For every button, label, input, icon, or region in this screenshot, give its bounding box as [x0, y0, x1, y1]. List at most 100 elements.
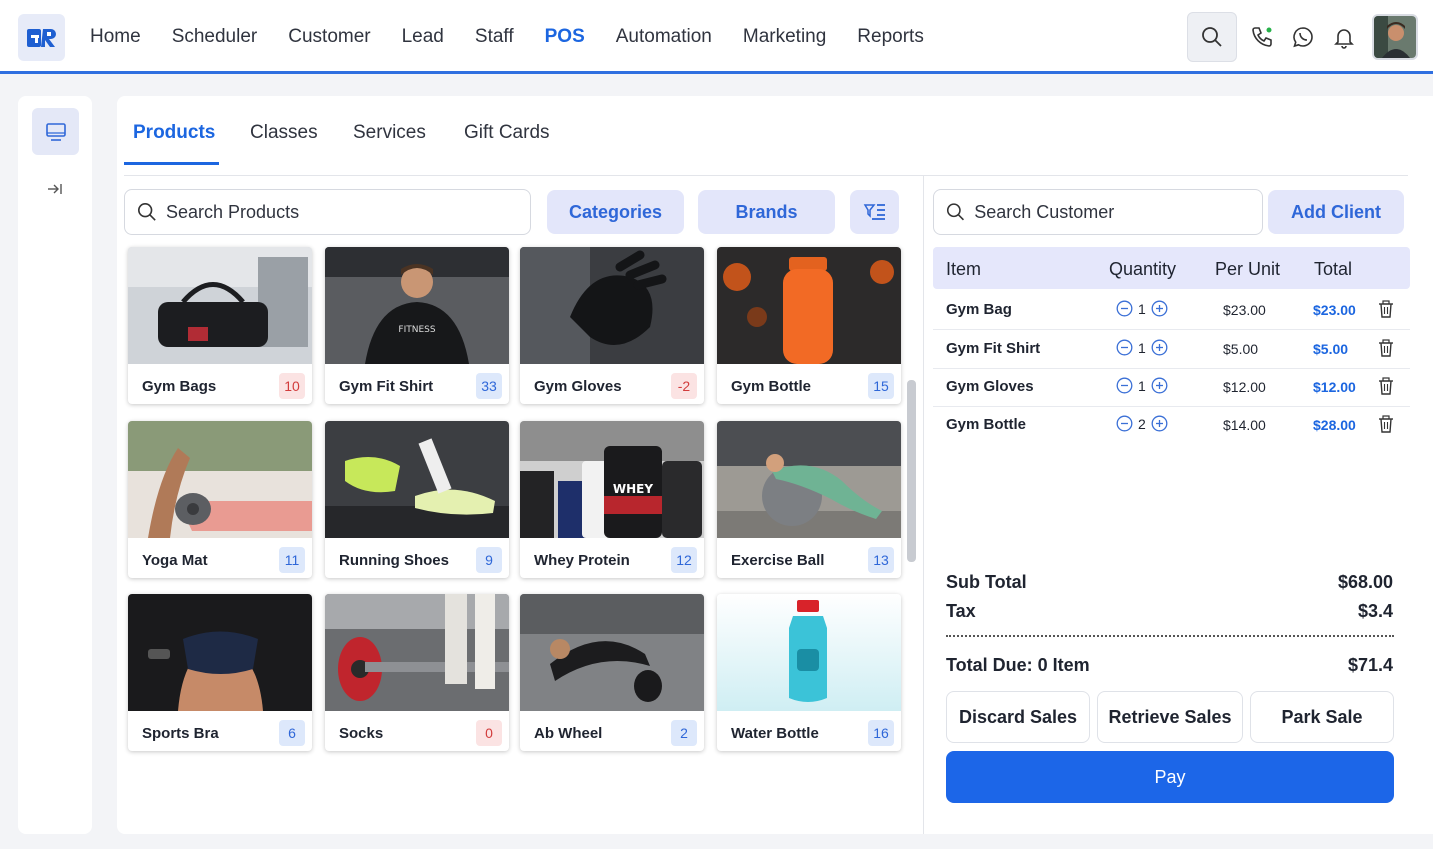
product-card[interactable]: Running Shoes 9 — [325, 421, 509, 578]
phone-button[interactable] — [1245, 17, 1279, 57]
nav-marketing[interactable]: Marketing — [743, 26, 826, 48]
stock-badge: -2 — [671, 373, 697, 399]
tab-services[interactable]: Services — [353, 122, 426, 144]
notifications-button[interactable] — [1327, 17, 1361, 57]
stock-badge: 16 — [868, 720, 894, 746]
nav-lead[interactable]: Lead — [402, 26, 444, 48]
nav-staff[interactable]: Staff — [475, 26, 514, 48]
nav-reports[interactable]: Reports — [857, 26, 924, 48]
product-card[interactable]: Gym Gloves -2 — [520, 247, 704, 404]
product-name: Gym Fit Shirt — [339, 378, 434, 395]
collapse-sidebar-button[interactable] — [44, 178, 66, 200]
minus-circle-icon[interactable] — [1116, 377, 1133, 394]
minus-circle-icon[interactable] — [1116, 300, 1133, 317]
nav-scheduler[interactable]: Scheduler — [172, 26, 258, 48]
product-card[interactable]: Socks 0 — [325, 594, 509, 751]
add-client-button[interactable]: Add Client — [1268, 190, 1404, 234]
trash-icon[interactable] — [1378, 339, 1394, 357]
stock-badge: 6 — [279, 720, 305, 746]
subtotal-value: $68.00 — [1337, 572, 1393, 592]
cart-row: Gym Gloves 1 $12.00 $12.00 — [933, 369, 1410, 407]
plus-circle-icon[interactable] — [1151, 339, 1168, 356]
main-nav: Home Scheduler Customer Lead Staff POS A… — [90, 0, 955, 74]
minus-circle-icon[interactable] — [1116, 339, 1133, 356]
cart-row: Gym Bag 1 $23.00 $23.00 — [933, 292, 1410, 330]
ab-wheel-image — [520, 594, 704, 711]
pos-terminal-button[interactable] — [32, 108, 79, 155]
whatsapp-button[interactable] — [1286, 17, 1320, 57]
cart-unit-price: $14.00 — [1223, 417, 1266, 433]
nav-pos[interactable]: POS — [545, 26, 585, 48]
trash-icon[interactable] — [1378, 377, 1394, 395]
categories-button[interactable]: Categories — [547, 190, 684, 234]
tax-label: Tax — [946, 601, 976, 621]
logo-mark-icon — [26, 28, 56, 47]
product-grid-scrollbar[interactable] — [907, 380, 916, 562]
nav-home[interactable]: Home — [90, 26, 141, 48]
product-card[interactable]: Water Bottle 16 — [717, 594, 901, 751]
plus-circle-icon[interactable] — [1151, 415, 1168, 432]
product-search-input[interactable] — [166, 201, 466, 223]
col-quantity: Quantity — [1109, 259, 1177, 279]
plus-circle-icon[interactable] — [1151, 377, 1168, 394]
quantity-value: 1 — [1138, 300, 1146, 317]
app-logo[interactable] — [18, 14, 65, 61]
product-card[interactable]: Gym Bottle 15 — [717, 247, 901, 404]
gym-bag-image — [128, 247, 312, 364]
product-card[interactable]: Sports Bra 6 — [128, 594, 312, 751]
product-card[interactable]: Gym Bags 10 — [128, 247, 312, 404]
product-name: Yoga Mat — [142, 552, 208, 569]
cart-table-header: Item Quantity Per Unit Total — [933, 247, 1410, 289]
product-card[interactable]: WHEY Whey Protein 12 — [520, 421, 704, 578]
cart-item-name: Gym Fit Shirt — [946, 340, 1041, 357]
brands-button[interactable]: Brands — [698, 190, 835, 234]
pay-button[interactable]: Pay — [946, 751, 1394, 803]
quantity-stepper: 1 — [1116, 339, 1168, 356]
quantity-value: 1 — [1138, 377, 1146, 394]
cart-line-total: $5.00 — [1313, 341, 1349, 357]
retrieve-sales-button[interactable]: Retrieve Sales — [1097, 691, 1243, 743]
product-name: Whey Protein — [534, 552, 630, 569]
cart-unit-price: $23.00 — [1223, 302, 1266, 318]
product-card[interactable]: FITNESS Gym Fit Shirt 33 — [325, 247, 509, 404]
monitor-icon — [45, 122, 66, 141]
cart-line-total: $12.00 — [1313, 379, 1356, 395]
top-navbar: Home Scheduler Customer Lead Staff POS A… — [0, 0, 1433, 74]
product-name: Gym Bags — [142, 378, 217, 395]
tab-gift-cards[interactable]: Gift Cards — [464, 122, 550, 144]
bell-icon — [1334, 29, 1354, 49]
stock-badge: 11 — [279, 547, 305, 573]
park-sale-button[interactable]: Park Sale — [1250, 691, 1394, 743]
product-card[interactable]: Ab Wheel 2 — [520, 594, 704, 751]
gym-gloves-image — [520, 247, 704, 364]
cart-item-name: Gym Gloves — [946, 378, 1034, 395]
product-name: Sports Bra — [142, 725, 219, 742]
tab-products[interactable]: Products — [133, 122, 215, 144]
product-card[interactable]: Exercise Ball 13 — [717, 421, 901, 578]
nav-customer[interactable]: Customer — [288, 26, 370, 48]
quantity-stepper: 1 — [1116, 377, 1168, 394]
exercise-ball-image — [717, 421, 901, 538]
minus-circle-icon[interactable] — [1116, 415, 1133, 432]
quantity-value: 2 — [1138, 415, 1146, 432]
avatar-photo — [1374, 16, 1416, 58]
active-tab-indicator — [124, 162, 219, 165]
trash-icon[interactable] — [1378, 415, 1394, 433]
quantity-value: 1 — [1138, 339, 1146, 356]
sports-bra-image — [128, 594, 312, 711]
tab-classes[interactable]: Classes — [250, 122, 318, 144]
global-search-button[interactable] — [1187, 12, 1237, 62]
stock-badge: 9 — [476, 547, 502, 573]
user-avatar[interactable] — [1372, 14, 1418, 60]
nav-automation[interactable]: Automation — [616, 26, 712, 48]
trash-icon[interactable] — [1378, 300, 1394, 318]
customer-search-input[interactable] — [974, 201, 1262, 223]
filter-settings-button[interactable] — [850, 190, 899, 234]
subtotal-label: Sub Total — [946, 572, 1027, 592]
product-name: Water Bottle — [731, 725, 819, 742]
discard-sales-button[interactable]: Discard Sales — [946, 691, 1090, 743]
plus-circle-icon[interactable] — [1151, 300, 1168, 317]
col-item: Item — [946, 259, 982, 279]
product-card[interactable]: Yoga Mat 11 — [128, 421, 312, 578]
search-icon — [138, 203, 156, 221]
